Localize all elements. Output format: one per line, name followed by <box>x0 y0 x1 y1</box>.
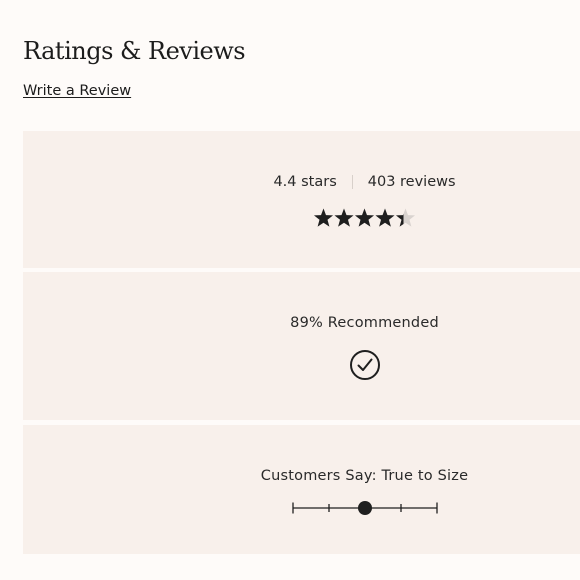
star-rating-icons <box>313 208 416 227</box>
star-filled-icon <box>375 208 395 227</box>
star-filled-icon <box>313 208 334 227</box>
fit-label: Customers Say: True to Size <box>260 468 469 484</box>
rating-stats-row: 4.4 stars 403 reviews <box>23 174 580 190</box>
write-review-link[interactable]: Write a Review <box>23 83 131 99</box>
scale-marker <box>358 501 372 515</box>
fit-scale <box>292 501 438 515</box>
star-filled-icon <box>354 208 375 227</box>
stats-divider <box>351 175 353 189</box>
rating-summary-panel: 4.4 stars 403 reviews <box>23 131 580 268</box>
section-title: Ratings & Reviews <box>23 37 246 65</box>
ratings-reviews-section: Ratings & Reviews Write a Review 4.4 sta… <box>0 0 580 580</box>
fit-panel: Customers Say: True to Size <box>23 425 580 554</box>
stars-average-text: 4.4 stars <box>273 174 337 190</box>
check-circle-icon <box>350 350 380 380</box>
recommendation-panel: 89% Recommended <box>23 272 580 420</box>
star-filled-icon <box>334 208 354 227</box>
review-count-text: 403 reviews <box>367 174 456 190</box>
recommend-percentage: 89% Recommended <box>290 315 439 331</box>
